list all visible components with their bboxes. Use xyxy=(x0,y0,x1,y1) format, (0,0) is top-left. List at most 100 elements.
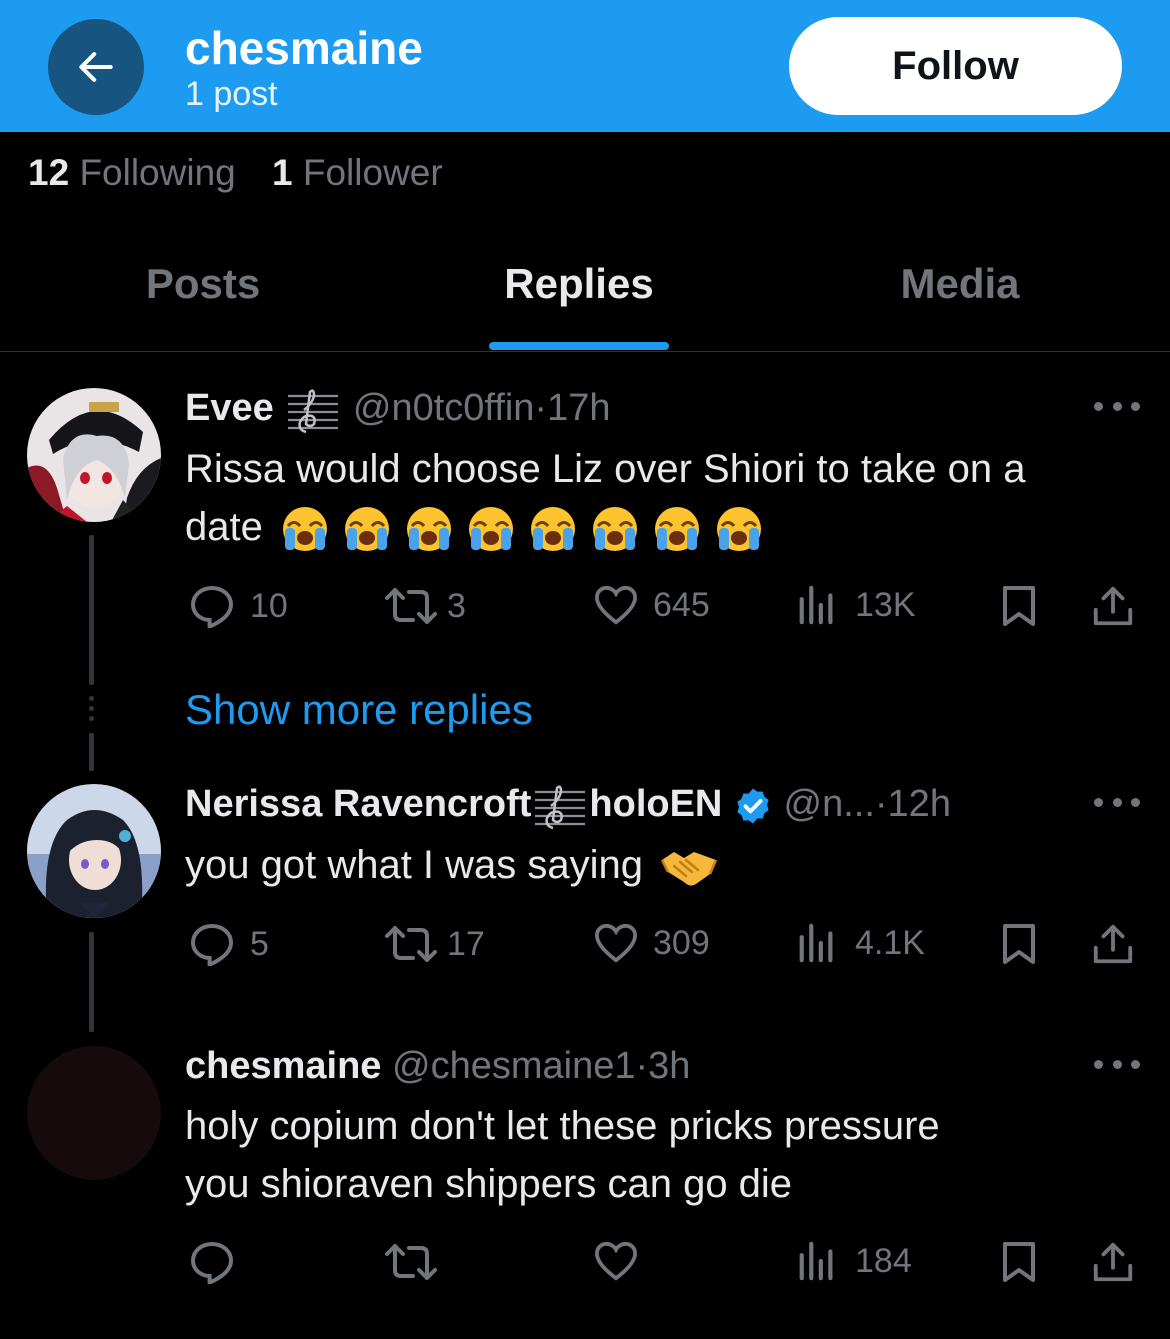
separator-dot: · xyxy=(534,387,548,430)
more-options-icon[interactable] xyxy=(1094,402,1140,414)
heart-icon xyxy=(594,1241,638,1281)
music-staff-icon xyxy=(535,785,586,830)
post-text: you got what I was saying xyxy=(185,836,1145,894)
following-count: 12 xyxy=(28,152,70,193)
reply-button[interactable] xyxy=(188,1240,250,1284)
share-icon xyxy=(1093,1242,1133,1282)
post-text-line-2: you shioraven shippers can go die xyxy=(185,1162,793,1206)
author-name[interactable]: Nerissa Ravencroft xyxy=(185,783,531,825)
view-count: 4.1K xyxy=(855,923,925,962)
thread-line xyxy=(89,535,94,685)
thread-line xyxy=(89,932,94,1032)
profile-header: chesmaine 1 post Follow xyxy=(0,0,1170,132)
followers-link[interactable]: 1 Follower xyxy=(272,152,443,193)
tab-posts[interactable]: Posts xyxy=(103,260,303,308)
avatar-nerissa[interactable] xyxy=(27,784,161,918)
verified-badge-icon xyxy=(737,788,769,824)
handshake-emoji xyxy=(661,852,718,887)
like-count: 309 xyxy=(653,923,710,962)
author-name[interactable]: Evee xyxy=(185,387,274,429)
follower-label: Follower xyxy=(302,152,443,193)
post-text-word: date xyxy=(185,505,263,549)
thread-line xyxy=(89,733,94,771)
bookmark-button[interactable] xyxy=(1000,1240,1038,1284)
post-header: Nerissa Ravencroft holoEN @n...·12h xyxy=(185,782,951,830)
post-time[interactable]: 3h xyxy=(648,1045,690,1087)
reply-button[interactable]: 5 xyxy=(188,922,269,966)
view-count: 184 xyxy=(855,1241,912,1280)
share-icon xyxy=(1093,586,1133,626)
more-options-icon[interactable] xyxy=(1094,1060,1140,1072)
tab-replies[interactable]: Replies xyxy=(479,260,679,308)
author-name-suffix[interactable]: holoEN xyxy=(589,783,722,825)
bookmark-icon xyxy=(1003,924,1035,964)
views-button[interactable]: 184 xyxy=(797,1240,912,1282)
like-button[interactable]: 645 xyxy=(593,584,710,626)
post-count: 1 post xyxy=(185,75,278,113)
repost-count: 3 xyxy=(447,586,466,625)
like-count: 645 xyxy=(653,585,710,624)
heart-icon xyxy=(594,923,638,963)
separator-dot: · xyxy=(635,1045,649,1087)
repost-button[interactable] xyxy=(385,1240,451,1284)
heart-icon xyxy=(594,585,638,625)
analytics-icon xyxy=(799,585,833,625)
active-tab-indicator xyxy=(489,342,669,350)
bookmark-button[interactable] xyxy=(1000,584,1038,628)
following-link[interactable]: 12 Following xyxy=(28,152,236,193)
share-button[interactable] xyxy=(1090,1240,1136,1284)
follow-button[interactable]: Follow xyxy=(789,17,1122,115)
repost-icon xyxy=(385,588,437,624)
view-count: 13K xyxy=(855,585,916,624)
avatar-chesmaine[interactable] xyxy=(27,1046,161,1180)
author-handle[interactable]: @n... xyxy=(784,783,875,825)
avatar-evee[interactable] xyxy=(27,388,161,522)
post-header: Evee @n0tc0ffin·17h xyxy=(185,386,610,434)
reply-icon xyxy=(190,1241,234,1284)
profile-tabs: Posts Replies Media xyxy=(0,230,1170,352)
repost-button[interactable]: 3 xyxy=(385,584,466,628)
bookmark-button[interactable] xyxy=(1000,922,1038,966)
arrow-left-icon xyxy=(79,52,113,82)
author-handle[interactable]: @chesmaine1 xyxy=(392,1045,635,1087)
follower-count: 1 xyxy=(272,152,293,193)
post-text-line-2: date xyxy=(185,498,1145,556)
post-header: chesmaine @chesmaine1·3h xyxy=(185,1044,690,1088)
post-time[interactable]: 17h xyxy=(547,387,610,429)
post-text-line: you got what I was saying xyxy=(185,843,644,887)
share-button[interactable] xyxy=(1090,584,1136,628)
reply-icon xyxy=(190,585,234,628)
post-text-line: Rissa would choose Liz over Shiori to ta… xyxy=(185,447,1026,491)
repost-icon xyxy=(385,1244,437,1280)
repost-icon xyxy=(385,926,437,962)
repost-count: 17 xyxy=(447,924,485,963)
like-button[interactable]: 309 xyxy=(593,922,710,964)
like-button[interactable] xyxy=(593,1240,653,1282)
post-text: holy copium don't let these pricks press… xyxy=(185,1097,1145,1213)
author-handle[interactable]: @n0tc0ffin xyxy=(353,387,535,429)
back-button[interactable] xyxy=(48,19,144,115)
loudly-crying-emoji-row xyxy=(280,505,780,553)
profile-name: chesmaine xyxy=(185,22,423,74)
show-more-replies-link[interactable]: Show more replies xyxy=(185,686,533,734)
reply-icon xyxy=(190,923,234,966)
share-icon xyxy=(1093,924,1133,964)
reply-button[interactable]: 10 xyxy=(188,584,288,628)
bookmark-icon xyxy=(1003,586,1035,626)
views-button[interactable]: 4.1K xyxy=(797,922,925,964)
analytics-icon xyxy=(799,1241,833,1281)
author-name[interactable]: chesmaine xyxy=(185,1045,381,1087)
reply-count: 10 xyxy=(250,586,288,625)
views-button[interactable]: 13K xyxy=(797,584,916,626)
repost-button[interactable]: 17 xyxy=(385,922,485,966)
post-time[interactable]: 12h xyxy=(888,783,951,825)
more-options-icon[interactable] xyxy=(1094,798,1140,810)
separator-dot: · xyxy=(874,783,888,826)
follow-stats: 12 Following 1 Follower xyxy=(28,150,469,196)
tab-media[interactable]: Media xyxy=(860,260,1060,308)
post-text-line: holy copium don't let these pricks press… xyxy=(185,1104,940,1148)
share-button[interactable] xyxy=(1090,922,1136,966)
post-text: Rissa would choose Liz over Shiori to ta… xyxy=(185,440,1145,556)
analytics-icon xyxy=(799,923,833,963)
music-staff-icon xyxy=(288,389,339,434)
